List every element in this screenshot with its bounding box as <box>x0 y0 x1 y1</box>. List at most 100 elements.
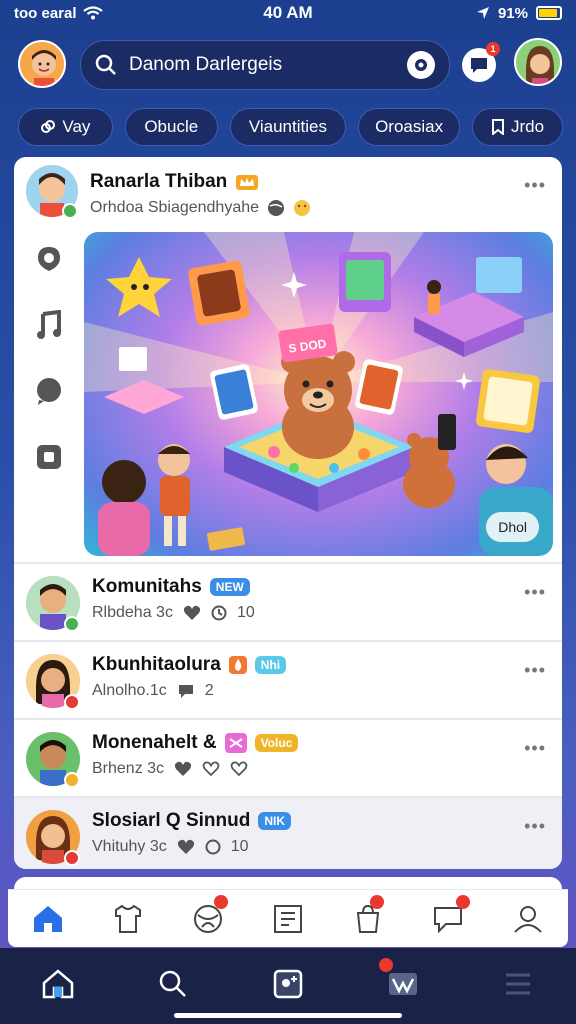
profile-avatar[interactable] <box>18 40 66 88</box>
row-tag: Voluc <box>254 734 299 752</box>
tab-news[interactable] <box>266 897 310 941</box>
search-placeholder: Danom Darlergeis <box>129 54 283 75</box>
row-title: Monenahelt & Voluc <box>92 732 299 754</box>
hero-chip[interactable]: Dhol <box>486 512 539 542</box>
carrier-label: too earal <box>14 4 77 22</box>
crown-icon <box>236 175 259 190</box>
nav-home[interactable] <box>36 962 80 1006</box>
tab-games[interactable] <box>186 894 230 941</box>
messages-button[interactable]: 1 <box>462 42 500 82</box>
search-icon <box>95 54 116 75</box>
square-icon <box>37 445 61 469</box>
post-header: Ranarla Thiban Orhdoa Sbiagendhyahe ••• <box>14 157 562 227</box>
fire-icon <box>228 656 247 674</box>
chip-viauntities[interactable]: Viauntities <box>229 108 347 146</box>
notification-badge <box>370 894 384 909</box>
row-meta: Vhituhy 3c 10 <box>92 838 249 856</box>
nav-activity[interactable] <box>379 958 425 1006</box>
activity-icon <box>389 973 418 995</box>
tab-profile[interactable] <box>506 897 550 941</box>
chip-oroasiax[interactable]: Oroasiax <box>358 108 461 146</box>
battery-icon <box>536 6 562 20</box>
row-count: 10 <box>236 604 255 621</box>
list-item[interactable]: Slosiarl Q Sinnud NIK Vhituhy 3c 10 ••• <box>14 796 562 869</box>
newspaper-icon <box>274 904 302 933</box>
row-title: Kbunhitaolura Nhi <box>92 654 287 676</box>
chip-label: Viauntities <box>248 117 327 136</box>
globe-icon <box>268 200 285 216</box>
list-item[interactable]: Monenahelt & Voluc Brhenz 3c ••• <box>14 718 562 796</box>
shirt-icon <box>115 904 141 933</box>
list-item[interactable]: Kbunhitaolura Nhi Alnolho.1c 2 ••• <box>14 640 562 718</box>
row-name: Monenahelt & <box>92 732 217 753</box>
rail-pin-button[interactable] <box>32 242 66 276</box>
clock: 40 AM <box>263 3 313 22</box>
status-bar: too earal 40 AM 91% <box>0 0 576 26</box>
home-icon <box>42 969 73 999</box>
row-meta: Brhenz 3c <box>92 760 248 778</box>
comment-icon <box>178 685 193 698</box>
post-author-line: Ranarla Thiban <box>90 171 259 193</box>
row-tag: NIK <box>258 812 292 830</box>
avatar-woman-illustration <box>516 40 560 84</box>
home-indicator[interactable] <box>174 1013 402 1018</box>
row-meta: Alnolho.1c 2 <box>92 682 214 700</box>
pin-icon <box>38 247 60 271</box>
nav-search[interactable] <box>151 962 195 1006</box>
nav-menu[interactable] <box>496 962 540 1006</box>
rail-chat-button[interactable] <box>32 374 66 408</box>
side-rail <box>32 242 66 506</box>
search-icon <box>159 970 186 997</box>
row-name: Slosiarl Q Sinnud <box>92 810 251 831</box>
tab-shop[interactable] <box>346 894 390 941</box>
tab-bar <box>8 889 568 947</box>
row-title: Komunitahs NEW <box>92 576 250 598</box>
notification-badge <box>214 894 228 909</box>
online-status-icon <box>64 616 80 632</box>
row-more-button[interactable]: ••• <box>524 738 546 759</box>
wifi-icon <box>82 6 103 20</box>
search-bar[interactable]: Danom Darlergeis <box>80 40 450 90</box>
chip-label: Vay <box>62 117 91 136</box>
online-status-icon <box>62 203 78 219</box>
gift-icon <box>224 733 247 753</box>
battery-percent: 91% <box>497 4 528 22</box>
rail-square-button[interactable] <box>32 440 66 474</box>
post-author-name[interactable]: Ranarla Thiban <box>90 171 227 193</box>
chip-vay[interactable]: Vay <box>18 108 113 146</box>
list-item[interactable]: Komunitahs NEW Rlbdeha 3c 10 ••• <box>14 562 562 640</box>
filter-chips: Vay Obucle Viauntities Oroasiax Jrdo <box>18 108 563 146</box>
row-count: 10 <box>230 838 249 855</box>
emoji-icon <box>294 200 311 216</box>
chip-jrdo[interactable]: Jrdo <box>472 108 563 146</box>
notification-badge: 1 <box>486 42 500 56</box>
chat-bubble-icon <box>37 378 61 405</box>
clock-icon <box>211 605 227 621</box>
row-count: 2 <box>204 682 214 699</box>
post-more-button[interactable]: ••• <box>524 175 546 196</box>
battery-fill <box>539 9 557 17</box>
tab-store[interactable] <box>106 897 150 941</box>
settings-button[interactable] <box>407 51 435 79</box>
heart-icon <box>174 761 192 776</box>
hero-image[interactable]: S DOD Dhol <box>84 232 553 556</box>
friend-avatar[interactable] <box>514 38 562 86</box>
chat-icon <box>471 58 487 73</box>
avatar-boy-illustration <box>20 42 64 86</box>
row-more-button[interactable]: ••• <box>524 582 546 603</box>
row-meta-text: Rlbdeha 3c <box>92 604 173 621</box>
row-name: Kbunhitaolura <box>92 654 221 675</box>
tab-home[interactable] <box>26 897 70 941</box>
gear-icon <box>415 59 427 71</box>
row-tag: NEW <box>209 578 250 596</box>
music-note-icon <box>37 310 61 339</box>
nav-create[interactable] <box>266 962 310 1006</box>
row-more-button[interactable]: ••• <box>524 816 546 837</box>
chip-label: Oroasiax <box>375 117 444 136</box>
chip-obucle[interactable]: Obucle <box>124 108 218 146</box>
rail-music-button[interactable] <box>32 308 66 342</box>
post-subtitle-line: Orhdoa Sbiagendhyahe <box>90 199 311 217</box>
tab-chat[interactable] <box>426 894 470 941</box>
row-more-button[interactable]: ••• <box>524 660 546 681</box>
clock-icon <box>205 839 221 855</box>
